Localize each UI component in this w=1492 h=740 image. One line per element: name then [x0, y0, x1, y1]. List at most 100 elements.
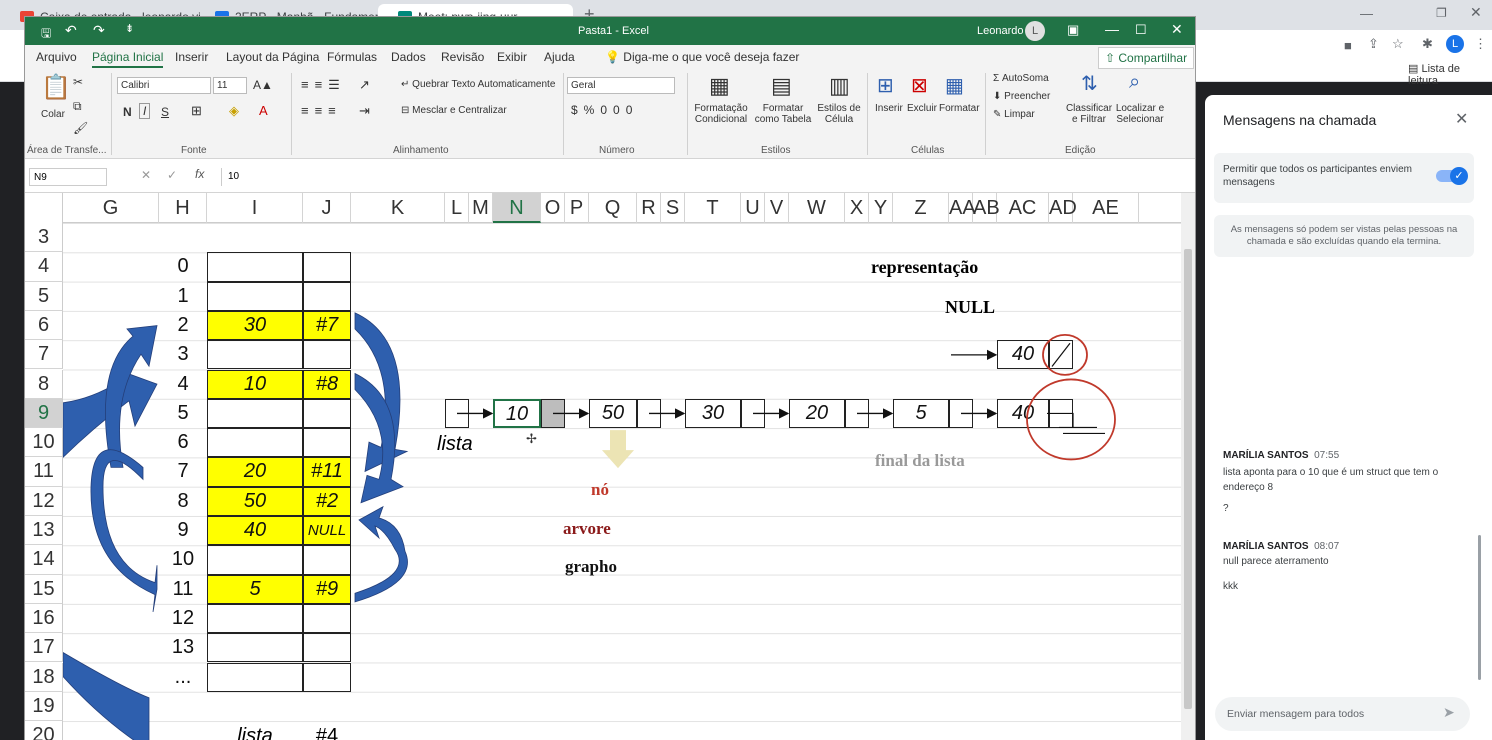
column-header[interactable]: K — [351, 193, 445, 223]
tab-inserir[interactable]: Inserir — [175, 50, 208, 64]
send-icon[interactable]: ➤ — [1443, 704, 1455, 721]
row-header[interactable]: 3 — [25, 223, 63, 253]
name-box[interactable]: N9 — [29, 168, 107, 186]
column-header[interactable]: V — [765, 193, 789, 223]
row-header[interactable]: 16 — [25, 603, 63, 634]
number-format-select[interactable]: Geral — [567, 77, 675, 94]
table-cell-pointer[interactable]: NULL — [303, 516, 351, 546]
fill-button[interactable]: ⬇ Preencher — [993, 91, 1050, 102]
autosum-button[interactable]: Σ AutoSoma — [993, 73, 1049, 84]
close-window-button[interactable]: ✕ — [1470, 4, 1482, 21]
ribbon-display-icon[interactable]: ▣ — [1067, 22, 1079, 38]
table-cell-pointer[interactable]: #11 — [303, 457, 351, 487]
tab-revisao[interactable]: Revisão — [441, 50, 484, 64]
insert-cells-icon[interactable]: ⊞ — [877, 73, 894, 98]
redo-icon[interactable]: ↷ — [93, 22, 105, 39]
indent-icon[interactable]: ⇥ — [359, 103, 370, 119]
table-cell-pointer[interactable] — [303, 545, 351, 575]
column-header[interactable]: AD — [1049, 193, 1077, 223]
formula-input[interactable]: 10 — [221, 168, 1189, 186]
format-cells-button[interactable]: Formatar — [939, 103, 980, 114]
table-cell-pointer[interactable]: #9 — [303, 574, 351, 604]
format-painter-icon[interactable]: 🖌 — [73, 121, 88, 135]
insert-cells-button[interactable]: Inserir — [875, 103, 903, 114]
table-cell-value[interactable] — [207, 603, 303, 634]
list-node-pointer[interactable] — [741, 398, 765, 429]
row-header[interactable]: 13 — [25, 516, 63, 546]
menu-icon[interactable]: ⋮ — [1474, 36, 1487, 52]
font-grow-icon[interactable]: A▲ — [253, 78, 273, 92]
row-header[interactable]: 8 — [25, 369, 63, 399]
save-icon[interactable]: 🖫 — [41, 24, 51, 45]
number-format-icons[interactable]: $%000 — [571, 103, 638, 117]
null-node-value[interactable]: 40 — [997, 340, 1049, 370]
row-header[interactable]: 9 — [25, 398, 63, 429]
table-cell-value[interactable] — [207, 633, 303, 663]
conditional-format-icon[interactable]: ▦ — [709, 73, 730, 99]
column-header[interactable]: T — [685, 193, 741, 223]
tab-ajuda[interactable]: Ajuda — [544, 50, 575, 64]
row-header[interactable]: 5 — [25, 281, 63, 311]
row-header[interactable]: 10 — [25, 428, 63, 458]
format-table-icon[interactable]: ▤ — [771, 73, 792, 99]
column-header[interactable]: R — [637, 193, 661, 223]
column-header[interactable]: Y — [869, 193, 893, 223]
column-header[interactable]: AA — [949, 193, 976, 223]
find-select-button[interactable]: Localizar e Selecionar — [1115, 103, 1165, 125]
conditional-format-button[interactable]: Formatação Condicional — [693, 103, 749, 125]
column-header[interactable]: W — [789, 193, 845, 223]
enter-icon[interactable]: ✓ — [167, 168, 177, 182]
list-node-value[interactable]: 10 — [493, 398, 541, 429]
list-node-value[interactable]: 50 — [589, 398, 637, 429]
row-header[interactable]: 18 — [25, 662, 63, 692]
list-node-value[interactable]: 30 — [685, 398, 741, 429]
vertical-scrollbar[interactable] — [1181, 193, 1195, 740]
table-cell-pointer[interactable]: #2 — [303, 486, 351, 516]
chat-permission-toggle[interactable]: ✓ — [1436, 167, 1468, 185]
table-cell-pointer[interactable]: #7 — [303, 310, 351, 341]
sort-filter-button[interactable]: Classificar e Filtrar — [1065, 103, 1113, 125]
camera-icon[interactable]: ■ — [1344, 38, 1352, 53]
list-node-pointer[interactable] — [949, 398, 973, 429]
column-header[interactable]: S — [661, 193, 685, 223]
column-header[interactable]: Q — [589, 193, 637, 223]
star-icon[interactable]: ☆ — [1392, 36, 1404, 52]
maximize-button[interactable]: ☐ — [1135, 22, 1147, 38]
merge-center-button[interactable]: ⊟ Mesclar e Centralizar — [401, 105, 507, 116]
vertical-align-icons[interactable]: ≡≡☰ — [301, 77, 346, 93]
restore-button[interactable]: ❐ — [1436, 6, 1447, 20]
row-header[interactable]: 17 — [25, 633, 63, 663]
table-cell-value[interactable]: 5 — [207, 574, 303, 604]
reading-list-button[interactable]: ▤ Lista de leitura — [1408, 62, 1492, 87]
select-all-corner[interactable] — [25, 193, 63, 223]
minimize-button[interactable]: — — [1360, 6, 1373, 21]
column-header[interactable]: M — [469, 193, 493, 223]
column-header[interactable]: N — [493, 193, 541, 223]
table-cell-value[interactable]: 50 — [207, 486, 303, 516]
cancel-icon[interactable]: ✕ — [141, 168, 151, 182]
row-header[interactable]: 11 — [25, 457, 63, 487]
chat-scrollbar[interactable] — [1478, 535, 1481, 680]
chat-input[interactable]: Enviar mensagem para todos ➤ — [1215, 697, 1470, 731]
column-header[interactable]: AB — [973, 193, 1000, 223]
share-button[interactable]: ⇧ Compartilhar — [1098, 47, 1195, 69]
share-icon[interactable]: ⇪ — [1368, 36, 1379, 52]
table-cell-value[interactable] — [207, 252, 303, 282]
sort-filter-icon[interactable]: ⇅ — [1081, 71, 1098, 96]
delete-cells-button[interactable]: Excluir — [907, 103, 937, 114]
table-cell-pointer[interactable] — [303, 252, 351, 282]
italic-button[interactable]: I — [139, 103, 151, 119]
extensions-icon[interactable]: ✱ — [1422, 36, 1433, 52]
clear-button[interactable]: ✎ Limpar — [993, 109, 1035, 120]
list-node-pointer[interactable] — [541, 398, 565, 429]
table-cell-value[interactable] — [207, 281, 303, 311]
list-node-value[interactable]: 20 — [789, 398, 845, 429]
tab-formulas[interactable]: Fórmulas — [327, 50, 377, 64]
table-cell-value[interactable]: 10 — [207, 369, 303, 399]
function-icon[interactable]: fx — [195, 167, 204, 181]
profile-avatar[interactable]: L — [1446, 35, 1464, 53]
format-table-button[interactable]: Formatar como Tabela — [751, 103, 815, 125]
user-avatar[interactable]: L — [1025, 21, 1045, 41]
borders-icon[interactable]: ⊞ — [191, 103, 202, 119]
row-header[interactable]: 15 — [25, 574, 63, 604]
